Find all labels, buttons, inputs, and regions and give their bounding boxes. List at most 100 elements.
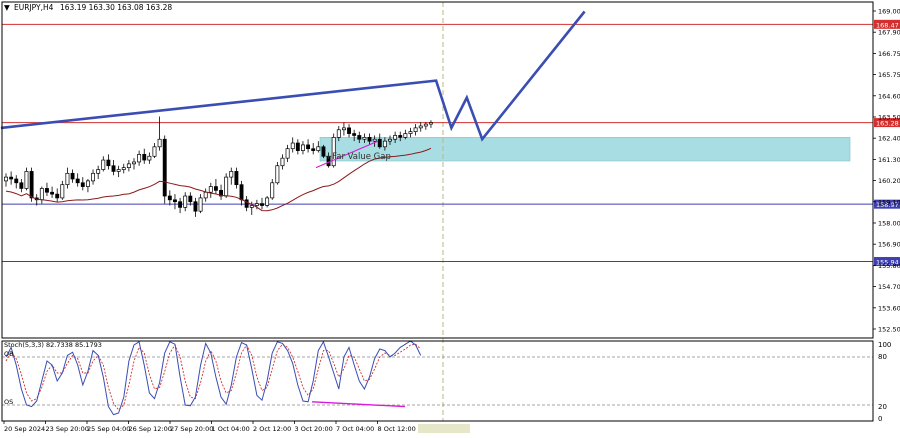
candle-body (260, 203, 264, 206)
candle-body (96, 169, 101, 174)
candle-body (408, 131, 413, 134)
candle-body (65, 172, 70, 186)
os-label: OS (4, 398, 13, 406)
candle-body (137, 154, 142, 163)
time-label-9: 8 Oct 12:00 (378, 425, 416, 433)
candle-body (362, 136, 367, 140)
candle-body (382, 140, 387, 148)
stoch-frame (1, 340, 874, 422)
time-label-0: 20 Sep 2024 (4, 425, 45, 433)
stoch-divergence-line (311, 401, 406, 408)
candle-body (178, 201, 183, 208)
candle-body (147, 155, 152, 161)
candle-body (316, 146, 321, 151)
candle-body (347, 127, 351, 134)
candle-body (106, 159, 111, 167)
candle-body (29, 171, 34, 199)
candle-body (367, 136, 372, 142)
candle-body (352, 133, 357, 136)
candle-body (418, 125, 423, 129)
candle-body (193, 201, 198, 212)
candle-body (85, 180, 90, 187)
candle-body (265, 197, 270, 206)
stoch-axis-80: 80 (878, 353, 887, 361)
candle-body (203, 191, 208, 199)
candle-body (4, 176, 8, 182)
stoch-axis-0: 0 (878, 415, 882, 423)
ohlc-readout: 163.19 163.30 163.08 163.28 (60, 3, 172, 12)
price-tick-label-14: 153.60 (878, 304, 900, 312)
stochastic-layer (2, 340, 873, 416)
candle-body (101, 159, 106, 170)
axis-layer: 168.47163.28158.97155.94169.00167.90166.… (1, 1, 900, 433)
candle-body (377, 138, 382, 148)
candle-body (19, 182, 24, 189)
candle-body (183, 195, 188, 208)
candle-body (295, 142, 300, 151)
candle-body (60, 184, 65, 199)
candle-body (39, 188, 44, 201)
price-tick-label-10: 158.00 (878, 220, 900, 228)
candle-body (45, 188, 49, 193)
candle-body (24, 171, 29, 189)
time-label-8: 7 Oct 04:00 (336, 425, 374, 433)
candle-body (429, 122, 433, 125)
price-tick-label-1: 167.90 (878, 29, 900, 37)
candle-body (357, 135, 362, 140)
price-tick-label-6: 162.40 (878, 135, 900, 143)
candle-body (116, 169, 121, 172)
candle-body (275, 165, 280, 184)
candle-body (70, 172, 75, 180)
candle-body (173, 199, 177, 203)
price-tick-label-3: 165.75 (878, 71, 900, 79)
projection-path (0, 10, 586, 142)
candle-body (132, 161, 136, 165)
candle-body (55, 193, 60, 199)
candle-body (249, 205, 254, 208)
candle-body (80, 182, 85, 187)
collapse-arrow-icon[interactable]: ▼ (4, 3, 10, 12)
candle-body (341, 127, 346, 131)
time-label-7: 3 Oct 20:00 (295, 425, 333, 433)
candle-body (403, 133, 408, 138)
stoch-axis-20: 20 (878, 403, 887, 411)
price-tick-label-0: 169.00 (878, 8, 900, 16)
candle-body (311, 148, 316, 151)
candle-body (162, 138, 167, 197)
price-tick-label-4: 164.60 (878, 92, 900, 100)
candle-body (111, 165, 116, 172)
candle-body (306, 144, 311, 150)
price-tick-label-5: 163.50 (878, 114, 900, 122)
candle-body (372, 138, 377, 142)
stoch-title: Stoch(5,3,3) 82.7338 85.1793 (4, 341, 102, 349)
main-chart-layer (0, 2, 873, 421)
fvg-zone (319, 137, 851, 162)
candle-body (239, 184, 244, 201)
stoch-axis-100: 100 (878, 341, 891, 349)
time-label-2: 25 Sep 04:00 (87, 425, 130, 433)
price-chart: 168.47163.28158.97155.94169.00167.90166.… (0, 1, 900, 433)
candle-body (290, 142, 295, 150)
candle-body (152, 146, 157, 157)
time-label-4: 27 Sep 20:00 (170, 425, 213, 433)
price-tick-label-9: 159.10 (878, 198, 900, 206)
symbol-label: EURJPY,H4 (14, 3, 54, 12)
candle-body (208, 186, 213, 193)
candle-body (229, 171, 234, 178)
candle-body (224, 176, 229, 197)
candle-body (254, 203, 259, 206)
price-tick-label-2: 166.75 (878, 50, 900, 58)
price-tick-label-12: 155.80 (878, 262, 900, 270)
candle-body (198, 197, 203, 212)
candle-body (393, 135, 398, 140)
candle-body (188, 195, 193, 203)
candle-body (234, 171, 239, 186)
candle-body (91, 172, 95, 182)
main-frame (1, 1, 874, 339)
ob-label: OB (4, 350, 14, 358)
candle-body (121, 167, 126, 170)
time-label-6: 2 Oct 12:00 (253, 425, 291, 433)
candle-body (14, 178, 19, 184)
candle-body (280, 157, 285, 167)
price-tick-label-11: 156.90 (878, 241, 900, 249)
